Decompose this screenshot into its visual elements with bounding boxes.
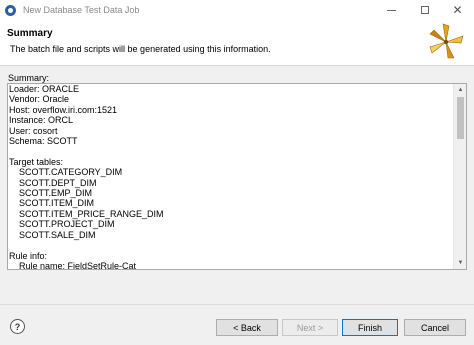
summary-line: Loader: ORACLE (9, 84, 80, 94)
maximize-icon (420, 6, 429, 14)
maximize-button[interactable] (408, 0, 441, 20)
back-button[interactable]: < Back (216, 319, 278, 336)
summary-line: User: cosort (9, 125, 58, 136)
help-button[interactable]: ? (10, 319, 25, 334)
summary-line: Instance: ORCL (9, 115, 74, 126)
cancel-button[interactable]: Cancel (404, 319, 466, 336)
minimize-button[interactable] (375, 0, 408, 20)
summary-line: Rule info: (9, 250, 48, 261)
summary-line (9, 240, 452, 250)
summary-label: Summary: (8, 73, 50, 83)
summary-line: SCOTT.EMP_DIM (9, 188, 93, 199)
scroll-thumb[interactable] (457, 97, 464, 139)
summary-line: SCOTT.PROJECT_DIM (9, 219, 115, 230)
minimize-icon (387, 9, 396, 11)
summary-line: Schema: SCOTT (9, 136, 78, 147)
page-title: Summary (7, 28, 53, 39)
scroll-down-icon[interactable]: ▼ (454, 257, 466, 269)
summary-line: SCOTT.DEPT_DIM (9, 177, 97, 188)
summary-line: Vendor: Oracle (9, 94, 70, 105)
wizard-header: Summary The batch file and scripts will … (0, 20, 474, 66)
summary-line: SCOTT.ITEM_PRICE_RANGE_DIM (9, 208, 164, 219)
summary-line: SCOTT.SALE_DIM (9, 229, 96, 240)
summary-line: SCOTT.CATEGORY_DIM (9, 167, 123, 178)
summary-line: Target tables: (9, 156, 64, 167)
close-button[interactable]: ✕ (441, 0, 474, 20)
close-icon: ✕ (452, 3, 463, 17)
title-bar: New Database Test Data Job ✕ (0, 0, 474, 20)
summary-textarea[interactable]: Loader: ORACLE Vendor: Oracle Host: overfl… (7, 83, 467, 270)
summary-text: Loader: ORACLE Vendor: Oracle Host: overfl… (9, 84, 452, 270)
window-title: New Database Test Data Job (23, 5, 140, 15)
page-description: The batch file and scripts will be gener… (10, 44, 271, 54)
pinwheel-logo-icon (429, 23, 464, 59)
next-button[interactable]: Next > (282, 319, 338, 336)
summary-line: SCOTT.ITEM_DIM (9, 198, 95, 209)
scroll-up-icon[interactable]: ▲ (454, 84, 466, 96)
summary-line: Rule name: FieldSetRule-Cat (9, 260, 137, 270)
summary-line (9, 146, 452, 156)
vertical-scrollbar[interactable]: ▲ ▼ (453, 84, 466, 269)
footer-divider (0, 304, 474, 305)
eclipse-app-icon (5, 4, 16, 16)
finish-button[interactable]: Finish (342, 319, 398, 336)
summary-line: Host: overflow.iri.com:1521 (9, 104, 118, 115)
